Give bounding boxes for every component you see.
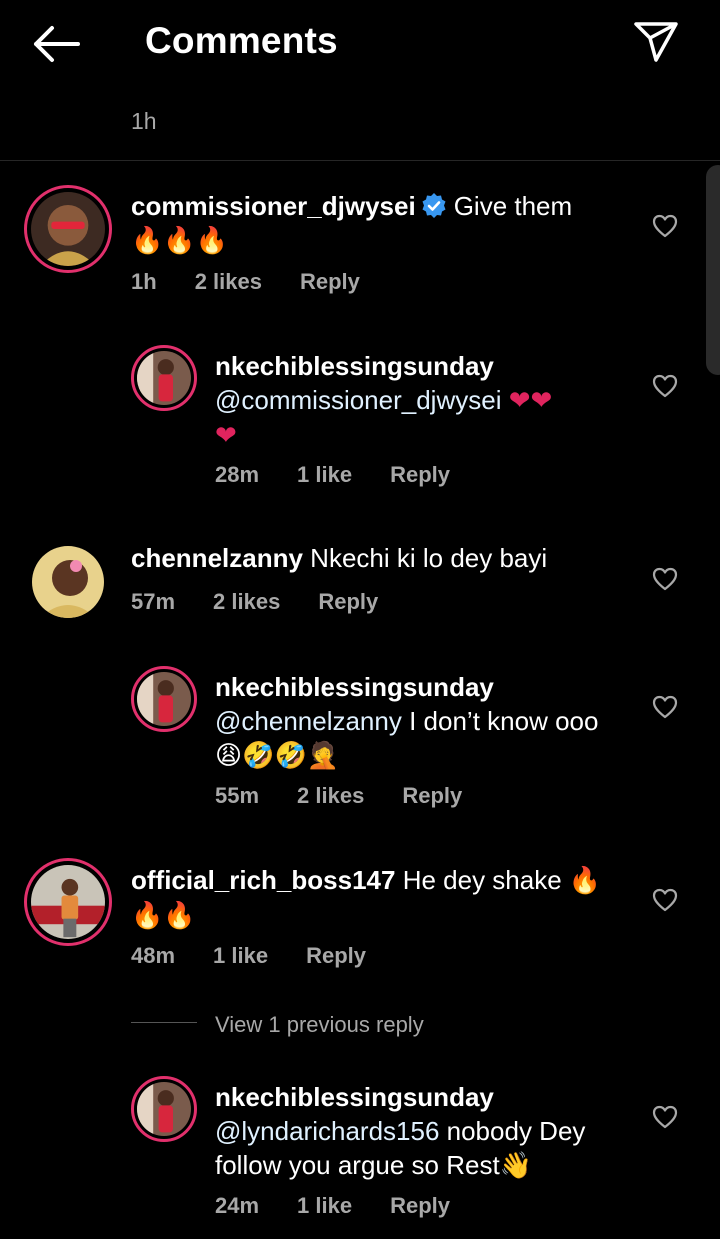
avatar[interactable]	[32, 546, 104, 618]
reply-button[interactable]: Reply	[306, 943, 366, 968]
comment-meta: 24m 1 like Reply	[215, 1193, 488, 1219]
comment-emojis-line2: 🔥🔥	[131, 901, 196, 931]
like-heart-icon[interactable]	[652, 694, 678, 720]
comment-likes[interactable]: 2 likes	[297, 783, 364, 808]
comment-emojis: 🔥🔥🔥	[131, 226, 229, 256]
avatar[interactable]	[131, 1076, 197, 1142]
reply-button[interactable]: Reply	[300, 269, 360, 294]
comment-text: Give them	[453, 191, 573, 221]
view-replies-line	[131, 1022, 197, 1023]
comment-meta: 28m 1 like Reply	[215, 462, 488, 488]
comment-likes[interactable]: 1 like	[297, 1193, 352, 1218]
avatar[interactable]	[131, 666, 197, 732]
comment-username[interactable]: commissioner_djwysei	[131, 191, 416, 221]
reply-button[interactable]: Reply	[318, 589, 378, 614]
comment-text: nobody Dey	[446, 1116, 586, 1146]
reply-button[interactable]: Reply	[390, 1193, 450, 1218]
comment-username[interactable]: nkechiblessingsunday	[215, 672, 494, 702]
top-bar: Comments	[0, 0, 720, 88]
comment-emojis: 👋	[499, 1151, 533, 1181]
comment-mention[interactable]: @lyndarichards156	[215, 1116, 439, 1146]
comment-username[interactable]: nkechiblessingsunday	[215, 1082, 494, 1112]
comment-emojis-line2: ❤	[215, 421, 237, 451]
avatar[interactable]	[131, 345, 197, 411]
comment-likes[interactable]: 1 like	[297, 462, 352, 487]
comment-username[interactable]: chennelzanny	[131, 543, 303, 573]
like-heart-icon[interactable]	[652, 887, 678, 913]
comment-body: commissioner_djwysei Give them 🔥🔥🔥	[131, 189, 631, 258]
comment-text: He dey shake	[402, 865, 562, 895]
comment-emojis: 🔥	[568, 866, 602, 896]
comment-likes[interactable]: 1 like	[213, 943, 268, 968]
comment-text: Nkechi ki lo dey bayi	[310, 543, 548, 573]
comment-body: nkechiblessingsunday @chennelzanny I don…	[215, 670, 635, 773]
comment-emojis: ❤❤	[508, 386, 553, 416]
comment-mention[interactable]: @chennelzanny	[215, 706, 402, 736]
reply-button[interactable]: Reply	[390, 462, 450, 487]
comment-time: 48m	[131, 943, 176, 968]
comment-time: 55m	[215, 783, 260, 808]
view-previous-replies-button[interactable]: View 1 previous reply	[215, 1012, 424, 1038]
comment-body: nkechiblessingsunday @lyndarichards156 n…	[215, 1080, 635, 1183]
comment-meta: 48m 1 like Reply	[131, 943, 404, 969]
comment-username[interactable]: nkechiblessingsunday	[215, 351, 494, 381]
direct-share-icon[interactable]	[632, 20, 680, 64]
like-heart-icon[interactable]	[652, 566, 678, 592]
divider	[0, 160, 720, 161]
comment-meta: 57m 2 likes Reply	[131, 589, 416, 615]
comment-text: I don’t know ooo	[409, 706, 599, 736]
back-arrow-icon[interactable]	[30, 24, 82, 64]
comment-meta: 1h 2 likes Reply	[131, 269, 398, 295]
comment-body: nkechiblessingsunday @commissioner_djwys…	[215, 349, 635, 453]
comment-username[interactable]: official_rich_boss147	[131, 865, 395, 895]
page-title: Comments	[145, 20, 338, 61]
verified-badge-icon	[420, 192, 448, 220]
comment-text-line2: follow you argue so Rest	[215, 1150, 500, 1180]
comment-time: 1h	[131, 269, 157, 294]
comment-time: 57m	[131, 589, 176, 614]
caption-timestamp: 1h	[131, 108, 157, 134]
like-heart-icon[interactable]	[652, 1104, 678, 1130]
comment-body: chennelzanny Nkechi ki lo dey bayi	[131, 541, 631, 575]
comment-meta: 55m 2 likes Reply	[215, 783, 500, 809]
comment-time: 24m	[215, 1193, 260, 1218]
comment-likes[interactable]: 2 likes	[213, 589, 280, 614]
reply-button[interactable]: Reply	[402, 783, 462, 808]
comment-time: 28m	[215, 462, 260, 487]
avatar[interactable]	[24, 858, 112, 946]
like-heart-icon[interactable]	[652, 373, 678, 399]
comment-mention[interactable]: @commissioner_djwysei	[215, 385, 501, 415]
scrollbar[interactable]	[706, 165, 720, 375]
comment-emojis: 😩🤣🤣🤦	[215, 741, 340, 771]
comment-body: official_rich_boss147 He dey shake 🔥 🔥🔥	[131, 863, 631, 933]
like-heart-icon[interactable]	[652, 213, 678, 239]
avatar[interactable]	[24, 185, 112, 273]
comment-likes[interactable]: 2 likes	[195, 269, 262, 294]
